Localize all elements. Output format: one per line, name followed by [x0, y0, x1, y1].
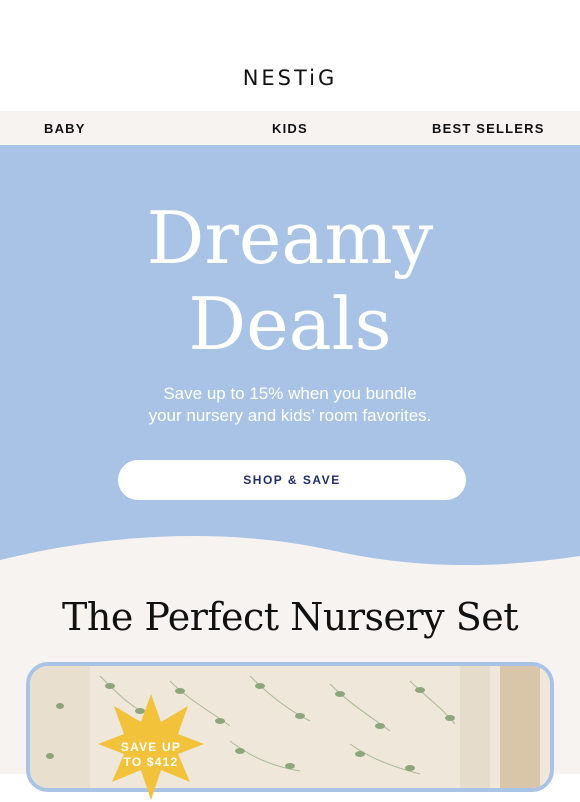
- hero-title-line-1: Dreamy: [146, 196, 434, 280]
- badge-line-1: SAVE UP: [120, 740, 182, 754]
- nav-item-best-sellers[interactable]: BEST SELLERS: [432, 121, 545, 136]
- top-nav: BABY KIDS BEST SELLERS: [0, 111, 580, 145]
- nav-item-baby[interactable]: BABY: [44, 121, 86, 136]
- shop-and-save-button[interactable]: SHOP & SAVE: [118, 460, 466, 500]
- save-badge-text: SAVE UP TO $412: [96, 740, 206, 770]
- section-title: The Perfect Nursery Set: [62, 595, 518, 639]
- badge-line-2: TO $412: [123, 755, 179, 769]
- hero-subtitle: Save up to 15% when you bundle your nurs…: [0, 383, 580, 427]
- nav-item-kids[interactable]: KIDS: [272, 121, 308, 136]
- hero-banner: Dreamy Deals Save up to 15% when you bun…: [0, 145, 580, 575]
- header: NESTiG: [0, 0, 580, 111]
- hero-title-line-2: Deals: [188, 282, 392, 366]
- hero-subtitle-line-1: Save up to 15% when you bundle: [163, 384, 417, 403]
- wave-divider: [0, 536, 580, 580]
- brand-logo[interactable]: NESTiG: [0, 66, 580, 90]
- hero-title: Dreamy Deals: [0, 195, 580, 367]
- hero-subtitle-line-2: your nursery and kids’ room favorites.: [148, 406, 432, 425]
